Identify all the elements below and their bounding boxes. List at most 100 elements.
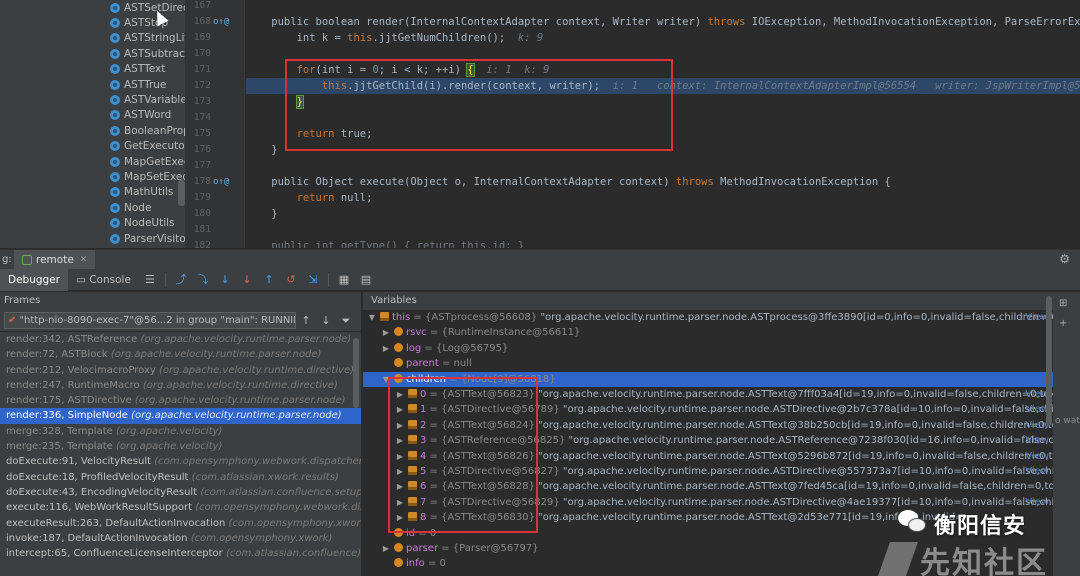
stack-frame[interactable]: render:336, SimpleNode (org.apache.veloc… (0, 408, 361, 424)
layout-icon[interactable]: ☰ (141, 271, 159, 289)
frames-scrollbar[interactable] (353, 338, 359, 408)
variable-row[interactable]: parent = null (363, 356, 1053, 371)
project-tree-item[interactable]: ASTSubtract (110, 46, 185, 61)
run-to-cursor-icon[interactable]: ⇲ (304, 271, 322, 289)
force-step-into-icon[interactable]: ↓ (238, 271, 256, 289)
project-tree-item[interactable]: ASTVariable (110, 92, 185, 107)
line-number: 168 (193, 16, 211, 27)
stack-frame[interactable]: execute:116, WebWorkResultSupport (com.o… (0, 500, 361, 515)
stack-frame-method: render:175, ASTDirective (6, 395, 132, 407)
stack-frame-method: doExecute:91, VelocityResult (6, 456, 152, 468)
field-icon (394, 327, 403, 337)
stack-frame[interactable]: render:212, VelocimacroProxy (org.apache… (0, 363, 361, 378)
collapse-arrow-icon[interactable]: ▶ (381, 341, 391, 356)
line-number: 180 (193, 208, 211, 219)
stack-frame[interactable]: invoke:187, DefaultActionInvocation (com… (0, 531, 361, 546)
project-tree-item[interactable]: NodeUtils (110, 216, 185, 231)
show-execution-point-icon[interactable]: ⤴ (172, 271, 190, 289)
class-icon (110, 2, 120, 13)
stack-frame-method: doExecute:18, ProfiledVelocityResult (6, 471, 189, 483)
project-scrollbar[interactable] (178, 180, 185, 206)
step-over-icon[interactable]: ⤵ (194, 271, 212, 289)
project-tree-panel: ASTSetDirectASTStop ASTStringLite ASTSubtr… (0, 0, 185, 248)
add-watch-icon[interactable]: + (1059, 318, 1067, 329)
variable-row[interactable]: ▼ this = {ASTprocess@56608} "org.apache.v… (363, 310, 1053, 325)
project-tree-item[interactable]: ASTTrue (110, 77, 185, 92)
tab-console[interactable]: ▭ Console (68, 269, 139, 291)
view-link[interactable]: View (1025, 449, 1049, 464)
project-tree-item-label: ASTTrue (124, 78, 167, 91)
stack-frame-method: merge:328, Template (6, 425, 113, 437)
project-tree-item[interactable]: MapSetExecu (110, 169, 185, 184)
collapse-arrow-icon[interactable]: ▶ (381, 541, 391, 556)
line-number: 172 (193, 80, 211, 91)
expand-arrow-icon[interactable]: ▼ (367, 310, 377, 325)
project-tree-item[interactable]: ASTWord (110, 108, 185, 123)
project-tree-item[interactable]: ASTStop (110, 15, 185, 30)
tab-debugger[interactable]: Debugger (0, 268, 68, 291)
variable-name: parent (406, 358, 439, 370)
variable-name: rsvc (406, 327, 427, 339)
gear-icon[interactable]: ⚙ (1059, 252, 1070, 266)
project-tree-item[interactable]: Node (110, 200, 185, 215)
view-link[interactable]: View (1025, 464, 1049, 479)
variable-value: "org.apache.velocity.runtime.parser.node… (538, 481, 1053, 493)
variable-value: "org.apache.velocity.runtime.parser.node… (562, 404, 1053, 416)
project-tree-item[interactable]: GetExecutor (110, 139, 185, 154)
settings-small-icon[interactable]: ⊞ (1059, 298, 1067, 309)
step-out-icon[interactable]: ↑ (260, 271, 278, 289)
line-number: 169 (193, 32, 211, 43)
stack-frame[interactable]: doExecute:43, EncodingVelocityResult (co… (0, 485, 361, 500)
tab-remote[interactable]: remote ✕ (14, 249, 96, 270)
variable-row[interactable]: ▶ log = {Log@56795} (363, 341, 1053, 356)
editor-gutter: 167 168 o↑@ 169 170 171 172 173 174 175 176 177 178 o… (185, 0, 245, 248)
evaluate-expression-icon[interactable]: ▦ (335, 271, 353, 289)
step-into-icon[interactable]: ↓ (216, 271, 234, 289)
toolbar-separator (327, 272, 329, 287)
stack-frame[interactable]: doExecute:18, ProfiledVelocityResult (co… (0, 470, 361, 485)
class-icon (110, 79, 120, 90)
view-link[interactable]: View (1025, 433, 1049, 448)
class-icon (110, 202, 120, 213)
thread-select[interactable]: ✔ "http-nio-8090-exec-7"@56...2 in group… (4, 312, 296, 329)
xianzhi-logo-icon (878, 542, 918, 576)
stack-frame[interactable]: doExecute:91, VelocityResult (com.opensy… (0, 454, 361, 469)
frame-up-icon[interactable]: ↑ (296, 314, 316, 327)
stack-frame[interactable]: render:72, ASTBlock (org.apache.velocity… (0, 347, 361, 362)
frame-down-icon[interactable]: ↓ (316, 314, 336, 327)
project-tree-item[interactable]: MapGetExecu (110, 154, 185, 169)
override-marker-icon[interactable]: o↑@ (213, 14, 229, 30)
project-tree-item[interactable]: BooleanProp (110, 123, 185, 138)
project-tree-item[interactable]: MathUtils (110, 185, 185, 200)
stack-frame[interactable]: render:175, ASTDirective (org.apache.vel… (0, 393, 361, 408)
stack-frame[interactable]: merge:235, Template (org.apache.velocity… (0, 439, 361, 454)
drop-frame-icon[interactable]: ↺ (282, 271, 300, 289)
collapse-arrow-icon[interactable]: ▶ (381, 325, 391, 340)
project-tree-item[interactable]: ParserVisitor (110, 231, 185, 246)
debug-label: g: (2, 254, 12, 265)
stack-frame[interactable]: intercept:65, ConfluenceLicenseIntercept… (0, 546, 361, 561)
class-icon (110, 171, 120, 182)
variable-row[interactable]: ▶ rsvc = {RuntimeInstance@56611} (363, 325, 1053, 340)
line-number: 171 (193, 64, 211, 75)
stack-frame-package: (org.apache.velocity.runtime.directive) (142, 379, 338, 391)
variables-scrollbar[interactable] (1046, 296, 1052, 426)
stack-frame[interactable]: executeResult:263, DefaultActionInvocati… (0, 516, 361, 531)
filter-icon[interactable]: ⏷ (336, 314, 356, 328)
restore-layout-icon[interactable]: ▤ (357, 271, 375, 289)
variable-value: "org.apache.velocity.runtime.parser.node… (540, 312, 1053, 323)
stack-frame-method: execute:116, WebWorkResultSupport (6, 502, 193, 514)
override-marker-icon[interactable]: o↑@ (213, 174, 229, 190)
project-tree-item[interactable]: ASTText (110, 62, 185, 77)
close-icon[interactable]: ✕ (80, 255, 88, 265)
line-number: 173 (193, 96, 211, 107)
project-tree-item[interactable]: ASTStringLite (110, 31, 185, 46)
stack-frame-package: (com.opensymphony.webwork.dispatcher) (195, 502, 361, 514)
class-icon (110, 233, 120, 244)
stack-frame[interactable]: render:247, RuntimeMacro (org.apache.vel… (0, 378, 361, 393)
code-editor: ASTSetDirectASTStop ASTStringLite ASTSubtr… (0, 0, 1080, 248)
project-tree-item[interactable]: ASTSetDirect (110, 0, 185, 15)
stack-frame[interactable]: merge:328, Template (org.apache.velocity… (0, 424, 361, 439)
line-number: 174 (193, 112, 211, 123)
stack-frame[interactable]: render:342, ASTReference (org.apache.vel… (0, 332, 361, 347)
